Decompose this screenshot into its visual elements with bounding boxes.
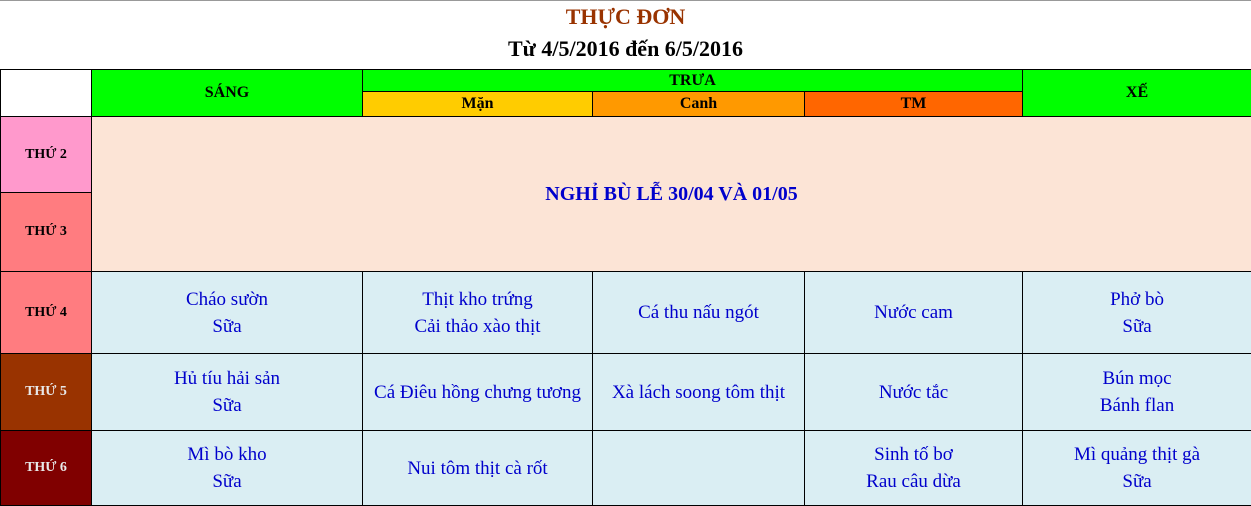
dish: Sinh tố bơ — [805, 441, 1022, 468]
dish: Nước cam — [805, 299, 1022, 326]
dish: Sữa — [1023, 468, 1251, 495]
meal-cell-thu6-xe: Mì quảng thịt gà Sữa — [1023, 431, 1251, 506]
meal-cell-thu4-sang: Cháo sườn Sữa — [92, 272, 363, 354]
dish: Thịt kho trứng — [363, 286, 592, 313]
dish: Cá thu nấu ngót — [593, 299, 804, 326]
day-label-thu3: THỨ 3 — [1, 193, 92, 272]
meal-cell-thu4-canh: Cá thu nấu ngót — [593, 272, 805, 354]
dish: Mì quảng thịt gà — [1023, 441, 1251, 468]
menu-date-range: Từ 4/5/2016 đến 6/5/2016 — [0, 36, 1251, 62]
meal-cell-thu4-man: Thịt kho trứng Cải thảo xào thịt — [363, 272, 593, 354]
meal-cell-thu5-canh: Xà lách soong tôm thịt — [593, 354, 805, 431]
menu-header: THỰC ĐƠN Từ 4/5/2016 đến 6/5/2016 — [0, 0, 1251, 69]
dish: Mì bò kho — [92, 441, 362, 468]
dish: Sữa — [92, 392, 362, 419]
dish: Nước tắc — [805, 379, 1022, 406]
dish: Cháo sườn — [92, 286, 362, 313]
col-header-trua: TRƯA — [363, 70, 1023, 92]
col-header-canh: Canh — [593, 92, 805, 117]
dish: Sữa — [92, 313, 362, 340]
meal-cell-thu4-xe: Phở bò Sữa — [1023, 272, 1251, 354]
dish: Sữa — [92, 468, 362, 495]
dish: Bún mọc — [1023, 365, 1251, 392]
meal-cell-thu5-sang: Hủ tíu hải sản Sữa — [92, 354, 363, 431]
dish: Bánh flan — [1023, 392, 1251, 419]
dish: Sữa — [1023, 313, 1251, 340]
meal-cell-thu6-sang: Mì bò kho Sữa — [92, 431, 363, 506]
meal-cell-thu6-tm: Sinh tố bơ Rau câu dừa — [805, 431, 1023, 506]
col-header-man: Mặn — [363, 92, 593, 117]
dish: Xà lách soong tôm thịt — [593, 379, 804, 406]
dish: Cá Điêu hồng chưng tương — [363, 379, 592, 406]
meal-cell-thu4-tm: Nước cam — [805, 272, 1023, 354]
meal-cell-thu6-canh — [593, 431, 805, 506]
day-label-thu5: THỨ 5 — [1, 354, 92, 431]
corner-cell — [1, 70, 92, 117]
col-header-tm: TM — [805, 92, 1023, 117]
meal-cell-thu6-man: Nui tôm thịt cà rốt — [363, 431, 593, 506]
col-header-xe: XẾ — [1023, 70, 1251, 117]
dish: Phở bò — [1023, 286, 1251, 313]
dish: Rau câu dừa — [805, 468, 1022, 495]
meal-cell-thu5-man: Cá Điêu hồng chưng tương — [363, 354, 593, 431]
holiday-notice: NGHỈ BÙ LỄ 30/04 VÀ 01/05 — [92, 117, 1251, 272]
meal-cell-thu5-xe: Bún mọc Bánh flan — [1023, 354, 1251, 431]
dish: Hủ tíu hải sản — [92, 365, 362, 392]
menu-table: SÁNG TRƯA XẾ Mặn Canh TM THỨ 2 NGHỈ BÙ L… — [0, 69, 1251, 506]
menu-title: THỰC ĐƠN — [0, 4, 1251, 30]
dish: Nui tôm thịt cà rốt — [363, 455, 592, 482]
meal-cell-thu5-tm: Nước tắc — [805, 354, 1023, 431]
day-label-thu2: THỨ 2 — [1, 117, 92, 193]
day-label-thu4: THỨ 4 — [1, 272, 92, 354]
col-header-sang: SÁNG — [92, 70, 363, 117]
day-label-thu6: THỨ 6 — [1, 431, 92, 506]
dish: Cải thảo xào thịt — [363, 313, 592, 340]
